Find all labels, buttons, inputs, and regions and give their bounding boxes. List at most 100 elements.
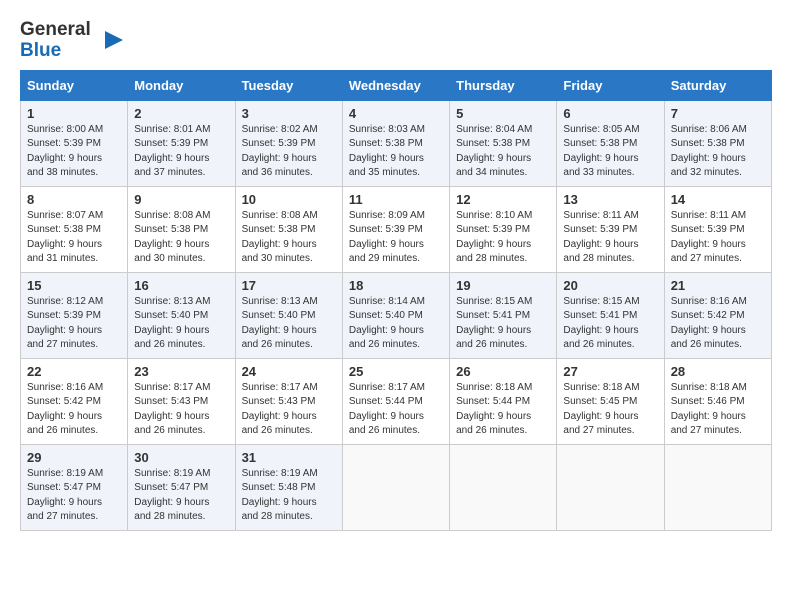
day-number: 9	[134, 192, 228, 207]
daylight-label: Daylight: 9 hours and 38 minutes.	[27, 153, 102, 179]
day-info: Sunrise: 8:16 AM Sunset: 5:42 PM Dayligh…	[671, 295, 765, 353]
daylight-label: Daylight: 9 hours and 26 minutes.	[456, 325, 531, 351]
sunrise-label: Sunrise: 8:11 AM	[563, 210, 638, 221]
calendar-day: 17 Sunrise: 8:13 AM Sunset: 5:40 PM Dayl…	[235, 272, 342, 358]
sunset-label: Sunset: 5:46 PM	[671, 396, 745, 407]
day-info: Sunrise: 8:13 AM Sunset: 5:40 PM Dayligh…	[242, 295, 336, 353]
day-info: Sunrise: 8:18 AM Sunset: 5:44 PM Dayligh…	[456, 381, 550, 439]
day-info: Sunrise: 8:08 AM Sunset: 5:38 PM Dayligh…	[242, 209, 336, 267]
sunset-label: Sunset: 5:39 PM	[456, 224, 530, 235]
daylight-label: Daylight: 9 hours and 26 minutes.	[134, 411, 209, 437]
daylight-label: Daylight: 9 hours and 26 minutes.	[134, 325, 209, 351]
day-number: 26	[456, 364, 550, 379]
day-number: 4	[349, 106, 443, 121]
day-number: 14	[671, 192, 765, 207]
calendar-day: 8 Sunrise: 8:07 AM Sunset: 5:38 PM Dayli…	[21, 186, 128, 272]
calendar-body: 1 Sunrise: 8:00 AM Sunset: 5:39 PM Dayli…	[21, 100, 772, 530]
calendar-day	[664, 444, 771, 530]
sunrise-label: Sunrise: 8:17 AM	[134, 382, 210, 393]
header-day: Wednesday	[342, 70, 449, 100]
header-day: Tuesday	[235, 70, 342, 100]
daylight-label: Daylight: 9 hours and 26 minutes.	[27, 411, 102, 437]
calendar-day: 7 Sunrise: 8:06 AM Sunset: 5:38 PM Dayli…	[664, 100, 771, 186]
daylight-label: Daylight: 9 hours and 27 minutes.	[671, 411, 746, 437]
sunrise-label: Sunrise: 8:08 AM	[134, 210, 210, 221]
day-number: 11	[349, 192, 443, 207]
calendar-day	[450, 444, 557, 530]
daylight-label: Daylight: 9 hours and 35 minutes.	[349, 153, 424, 179]
day-number: 16	[134, 278, 228, 293]
day-info: Sunrise: 8:19 AM Sunset: 5:48 PM Dayligh…	[242, 467, 336, 525]
day-number: 5	[456, 106, 550, 121]
daylight-label: Daylight: 9 hours and 26 minutes.	[456, 411, 531, 437]
day-info: Sunrise: 8:17 AM Sunset: 5:44 PM Dayligh…	[349, 381, 443, 439]
day-number: 1	[27, 106, 121, 121]
calendar-day: 12 Sunrise: 8:10 AM Sunset: 5:39 PM Dayl…	[450, 186, 557, 272]
day-number: 15	[27, 278, 121, 293]
day-number: 7	[671, 106, 765, 121]
sunset-label: Sunset: 5:42 PM	[27, 396, 101, 407]
header-day: Sunday	[21, 70, 128, 100]
sunset-label: Sunset: 5:45 PM	[563, 396, 637, 407]
calendar-day: 27 Sunrise: 8:18 AM Sunset: 5:45 PM Dayl…	[557, 358, 664, 444]
day-info: Sunrise: 8:19 AM Sunset: 5:47 PM Dayligh…	[27, 467, 121, 525]
daylight-label: Daylight: 9 hours and 26 minutes.	[563, 325, 638, 351]
logo-text: GeneralBlue	[20, 20, 91, 62]
daylight-label: Daylight: 9 hours and 26 minutes.	[242, 325, 317, 351]
daylight-label: Daylight: 9 hours and 27 minutes.	[671, 239, 746, 265]
sunset-label: Sunset: 5:41 PM	[456, 310, 530, 321]
day-number: 27	[563, 364, 657, 379]
calendar-day	[342, 444, 449, 530]
sunset-label: Sunset: 5:38 PM	[563, 138, 637, 149]
daylight-label: Daylight: 9 hours and 28 minutes.	[134, 497, 209, 523]
calendar-day	[557, 444, 664, 530]
sunrise-label: Sunrise: 8:05 AM	[563, 124, 639, 135]
sunset-label: Sunset: 5:40 PM	[349, 310, 423, 321]
daylight-label: Daylight: 9 hours and 32 minutes.	[671, 153, 746, 179]
daylight-label: Daylight: 9 hours and 27 minutes.	[27, 325, 102, 351]
day-info: Sunrise: 8:19 AM Sunset: 5:47 PM Dayligh…	[134, 467, 228, 525]
day-number: 2	[134, 106, 228, 121]
sunset-label: Sunset: 5:39 PM	[242, 138, 316, 149]
sunset-label: Sunset: 5:39 PM	[563, 224, 637, 235]
daylight-label: Daylight: 9 hours and 28 minutes.	[563, 239, 638, 265]
sunset-label: Sunset: 5:44 PM	[349, 396, 423, 407]
sunset-label: Sunset: 5:47 PM	[27, 482, 101, 493]
day-info: Sunrise: 8:01 AM Sunset: 5:39 PM Dayligh…	[134, 123, 228, 181]
day-info: Sunrise: 8:16 AM Sunset: 5:42 PM Dayligh…	[27, 381, 121, 439]
calendar-day: 22 Sunrise: 8:16 AM Sunset: 5:42 PM Dayl…	[21, 358, 128, 444]
sunset-label: Sunset: 5:47 PM	[134, 482, 208, 493]
logo: GeneralBlue	[20, 20, 125, 62]
sunrise-label: Sunrise: 8:18 AM	[671, 382, 747, 393]
sunrise-label: Sunrise: 8:09 AM	[349, 210, 425, 221]
logo-icon	[95, 26, 125, 56]
sunrise-label: Sunrise: 8:16 AM	[671, 296, 747, 307]
sunset-label: Sunset: 5:43 PM	[134, 396, 208, 407]
sunrise-label: Sunrise: 8:12 AM	[27, 296, 103, 307]
sunrise-label: Sunrise: 8:14 AM	[349, 296, 425, 307]
calendar-week: 8 Sunrise: 8:07 AM Sunset: 5:38 PM Dayli…	[21, 186, 772, 272]
daylight-label: Daylight: 9 hours and 29 minutes.	[349, 239, 424, 265]
day-number: 10	[242, 192, 336, 207]
calendar-day: 11 Sunrise: 8:09 AM Sunset: 5:39 PM Dayl…	[342, 186, 449, 272]
sunrise-label: Sunrise: 8:17 AM	[349, 382, 425, 393]
day-info: Sunrise: 8:12 AM Sunset: 5:39 PM Dayligh…	[27, 295, 121, 353]
day-number: 29	[27, 450, 121, 465]
daylight-label: Daylight: 9 hours and 30 minutes.	[242, 239, 317, 265]
day-number: 23	[134, 364, 228, 379]
calendar-day: 14 Sunrise: 8:11 AM Sunset: 5:39 PM Dayl…	[664, 186, 771, 272]
day-info: Sunrise: 8:13 AM Sunset: 5:40 PM Dayligh…	[134, 295, 228, 353]
day-info: Sunrise: 8:18 AM Sunset: 5:45 PM Dayligh…	[563, 381, 657, 439]
calendar-day: 5 Sunrise: 8:04 AM Sunset: 5:38 PM Dayli…	[450, 100, 557, 186]
calendar-day: 3 Sunrise: 8:02 AM Sunset: 5:39 PM Dayli…	[235, 100, 342, 186]
sunrise-label: Sunrise: 8:06 AM	[671, 124, 747, 135]
calendar-header: SundayMondayTuesdayWednesdayThursdayFrid…	[21, 70, 772, 100]
calendar-day: 24 Sunrise: 8:17 AM Sunset: 5:43 PM Dayl…	[235, 358, 342, 444]
calendar-week: 29 Sunrise: 8:19 AM Sunset: 5:47 PM Dayl…	[21, 444, 772, 530]
calendar-week: 22 Sunrise: 8:16 AM Sunset: 5:42 PM Dayl…	[21, 358, 772, 444]
day-info: Sunrise: 8:15 AM Sunset: 5:41 PM Dayligh…	[563, 295, 657, 353]
day-info: Sunrise: 8:14 AM Sunset: 5:40 PM Dayligh…	[349, 295, 443, 353]
day-number: 18	[349, 278, 443, 293]
sunset-label: Sunset: 5:48 PM	[242, 482, 316, 493]
sunset-label: Sunset: 5:38 PM	[27, 224, 101, 235]
